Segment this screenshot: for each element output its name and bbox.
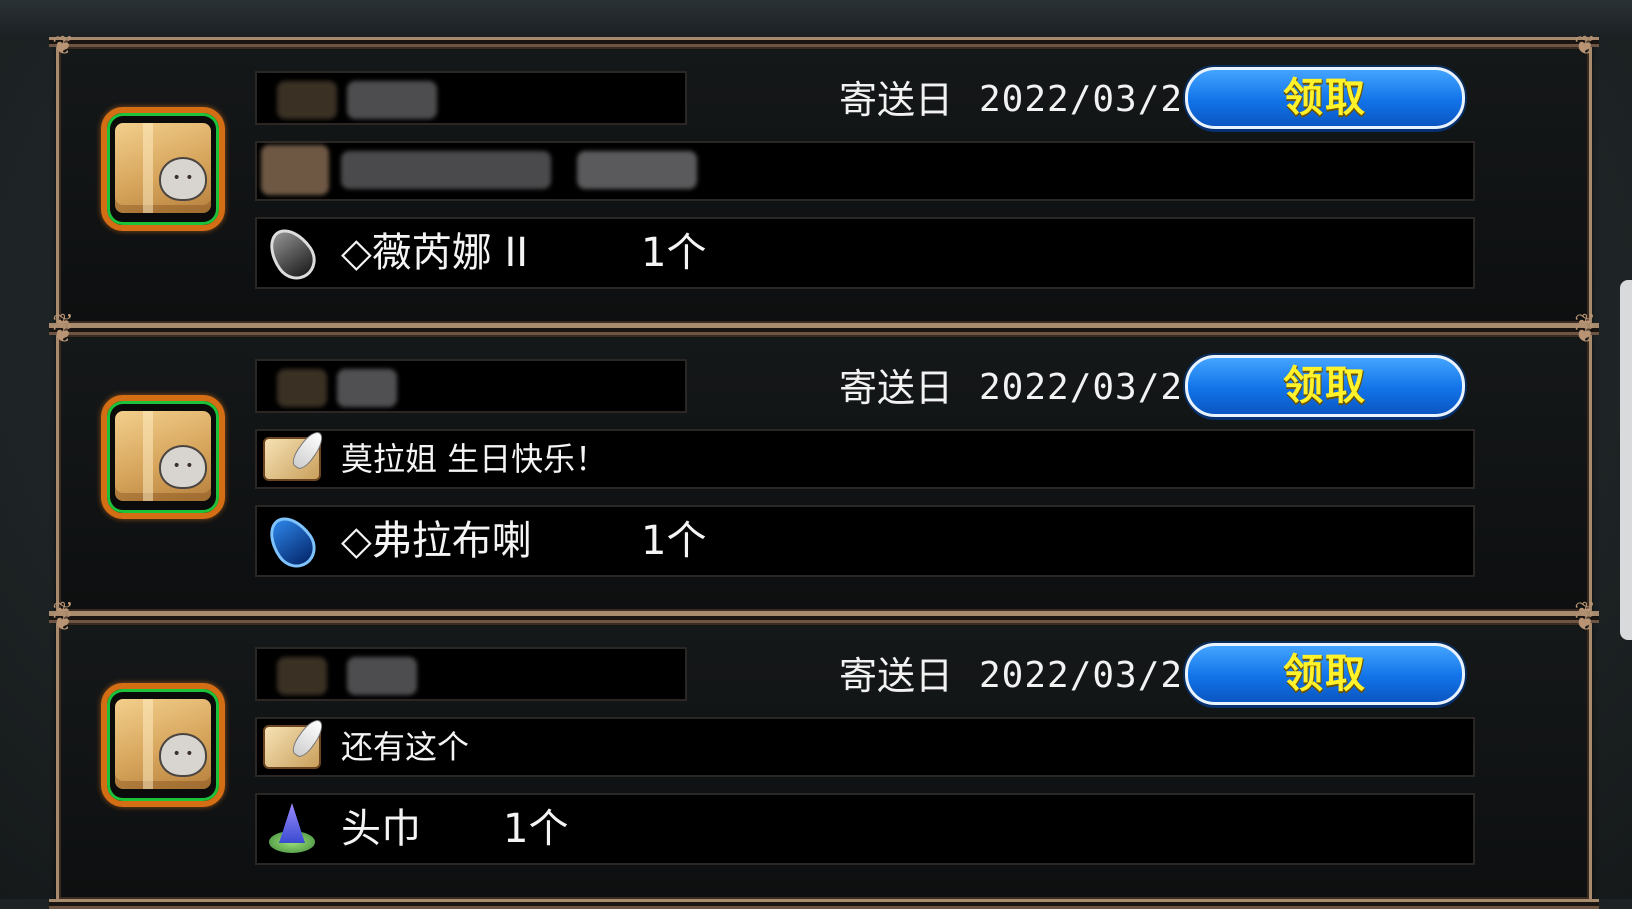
ornament-corner-icon: ❦ [52, 31, 74, 61]
ornament-corner-icon: ❦ [1574, 319, 1596, 349]
letter-scroll-icon [263, 725, 321, 769]
sender-name-field [255, 647, 687, 701]
send-date-label: 寄送日 [839, 366, 954, 410]
mail-list: ❦ ❦ ❦ ❦ • • 寄送日 2022/03/21 领取 ◇薇芮娜 II 1个… [0, 0, 1632, 909]
send-date-label: 寄送日 [839, 78, 954, 122]
mail-entry: ❦ ❦ ❦ ❦ • • 寄送日 2022/03/21 领取 ◇薇芮娜 II 1个 [49, 31, 1599, 339]
ornament-corner-icon: ❦ [52, 607, 74, 637]
package-box-icon: • • [101, 107, 225, 231]
send-date-value: 2022/03/21 [979, 79, 1206, 120]
message-row [255, 141, 1475, 201]
claim-button[interactable]: 领取 [1185, 355, 1465, 417]
ornament-corner-icon: ❦ [1574, 31, 1596, 61]
attachment-row: 头巾 1个 [255, 793, 1475, 865]
sender-name-field [255, 71, 687, 125]
package-box-icon: • • [101, 395, 225, 519]
mail-entry: ❦ ❦ ❦ ❦ • • 寄送日 2022/03/21 领取 莫拉姐 生日快乐！ … [49, 319, 1599, 627]
claim-button[interactable]: 领取 [1185, 643, 1465, 705]
blue-feather-icon [260, 508, 324, 576]
package-box-icon: • • [101, 683, 225, 807]
attachment-name: ◇弗拉布喇 [341, 518, 532, 564]
message-text: 莫拉姐 生日快乐！ [341, 440, 608, 478]
hat-icon [265, 803, 319, 857]
attachment-quantity: 1个 [641, 518, 707, 564]
gray-feather-icon [260, 220, 324, 288]
attachment-quantity: 1个 [503, 806, 569, 852]
mail-entry: ❦ ❦ • • 寄送日 2022/03/21 领取 还有这个 头巾 1个 [49, 607, 1599, 909]
attachment-name: ◇薇芮娜 II [341, 230, 529, 276]
send-date-value: 2022/03/21 [979, 367, 1206, 408]
attachment-row: ◇薇芮娜 II 1个 [255, 217, 1475, 289]
attachment-row: ◇弗拉布喇 1个 [255, 505, 1475, 577]
message-row: 还有这个 [255, 717, 1475, 777]
attachment-name: 头巾 [341, 806, 421, 852]
ornament-corner-icon: ❦ [52, 319, 74, 349]
send-date-value: 2022/03/21 [979, 655, 1206, 696]
send-date-label: 寄送日 [839, 654, 954, 698]
message-text: 还有这个 [341, 728, 470, 766]
ornament-corner-icon: ❦ [1574, 607, 1596, 637]
message-row: 莫拉姐 生日快乐！ [255, 429, 1475, 489]
sender-name-field [255, 359, 687, 413]
claim-button[interactable]: 领取 [1185, 67, 1465, 129]
letter-scroll-icon [263, 437, 321, 481]
attachment-quantity: 1个 [641, 230, 707, 276]
